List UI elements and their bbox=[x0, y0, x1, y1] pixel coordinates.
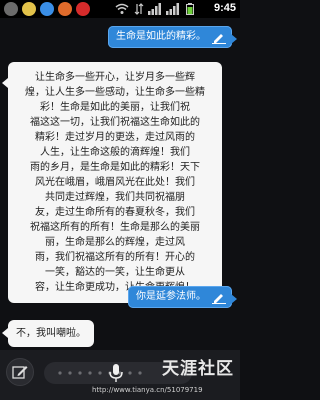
input-bar: 天涯社区 http://www.tianya.cn/51079719 bbox=[0, 350, 240, 400]
pencil-icon[interactable] bbox=[212, 292, 226, 304]
bubble-tail bbox=[2, 328, 8, 338]
watermark-url: http://www.tianya.cn/51079719 bbox=[92, 386, 203, 394]
message-line: 祝福这所有的所有！生命是那么的美丽 bbox=[30, 222, 200, 233]
pencil-icon bbox=[12, 366, 28, 379]
message-line: 雨，我们祝福这所有的所有！开心的 bbox=[35, 252, 195, 263]
message-text: 你是延参法师。 bbox=[136, 291, 206, 302]
notification-app-icon bbox=[76, 2, 90, 16]
message-line: 人生，让生命这般的滴辉煌！我们 bbox=[40, 147, 190, 158]
clock: 9:45 bbox=[213, 2, 236, 14]
notification-app-icon bbox=[4, 2, 18, 16]
chat-thread[interactable]: 生命是如此的精彩。 让生命多一些开心，让岁月多一些辉 煌，让人生多一些感动，让生… bbox=[0, 18, 240, 348]
message-line: 雨的乡月，是生命是如此的精彩！天下 bbox=[30, 162, 200, 173]
message-line: 让生命多一些开心，让岁月多一些辉 bbox=[35, 72, 195, 83]
data-transfer-icon bbox=[134, 3, 144, 15]
notification-qq-icon bbox=[40, 2, 54, 16]
cell-signal-icon bbox=[166, 3, 179, 15]
notification-app-icon bbox=[22, 2, 36, 16]
message-line: 共同走过辉煌，我们共同祝福朋 bbox=[45, 192, 185, 203]
message-line: 彩！生命是如此的美丽，让我们祝 bbox=[40, 102, 190, 113]
message-line: 煌，让人生多一些感动，让生命多一些精 bbox=[25, 87, 205, 98]
watermark-brand: 天涯社区 bbox=[162, 359, 234, 379]
bubble-tail bbox=[231, 294, 237, 304]
bubble-tail bbox=[231, 34, 237, 44]
message-sent[interactable]: 你是延参法师。 bbox=[128, 286, 237, 308]
message-text: 不，我叫嘲啦。 bbox=[16, 328, 86, 339]
message-line: 风光在峨眉，峨眉风光在此处！我们 bbox=[35, 177, 195, 188]
compose-button[interactable] bbox=[6, 358, 34, 386]
wifi-icon bbox=[115, 3, 129, 14]
message-received[interactable]: 让生命多一些开心，让岁月多一些辉 煌，让人生多一些感动，让生命多一些精 彩！生命… bbox=[2, 62, 222, 303]
waveform-dots bbox=[58, 371, 142, 375]
notification-app-icon bbox=[58, 2, 72, 16]
bubble-tail bbox=[2, 78, 8, 88]
message-line: 友，走过生命所有的春夏秋冬，我们 bbox=[35, 207, 195, 218]
message-line: 精彩！走过岁月的更迭，走过风雨的 bbox=[35, 132, 195, 143]
message-received[interactable]: 不，我叫嘲啦。 bbox=[2, 320, 94, 347]
message-line: 一笑，豁达的一笑，让生命更从 bbox=[45, 267, 185, 278]
cell-signal-icon bbox=[148, 3, 161, 15]
status-bar: 9:45 bbox=[0, 0, 240, 18]
microphone-icon bbox=[109, 364, 123, 382]
message-line: 丽，生命是那么的辉煌，走过风 bbox=[45, 237, 185, 248]
message-sent[interactable]: 生命是如此的精彩。 bbox=[108, 26, 237, 48]
message-line: 福这这一切，让我们祝福这生命如此的 bbox=[30, 117, 200, 128]
message-text: 生命是如此的精彩。 bbox=[116, 31, 206, 42]
battery-icon bbox=[186, 3, 194, 15]
pencil-icon[interactable] bbox=[212, 32, 226, 44]
